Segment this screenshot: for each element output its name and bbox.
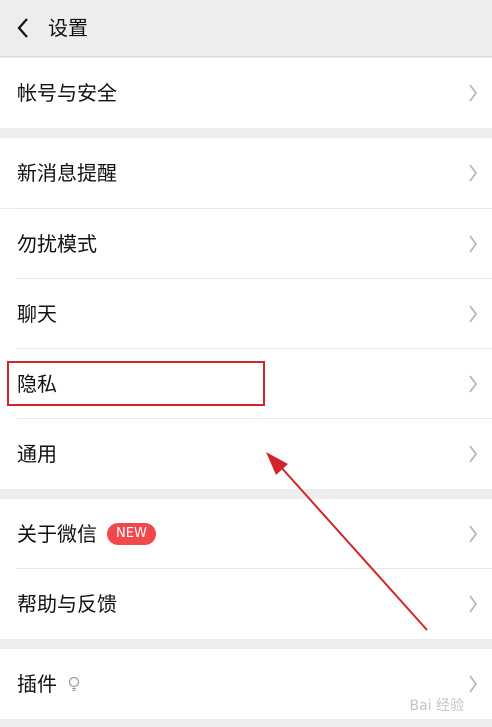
item-label: 新消息提醒 [17,161,117,185]
item-label-wrap: 插件 [17,649,81,719]
chevron-right-icon [469,525,477,543]
watermark: Bai 经验 [409,698,464,714]
item-label: 关于微信 [17,522,97,546]
settings-item-privacy[interactable]: 隐私 [0,349,492,419]
settings-item-do-not-disturb[interactable]: 勿扰模式 [0,209,492,279]
item-label: 帮助与反馈 [17,592,117,616]
nav-header: 设置 [0,0,492,57]
new-badge: NEW [107,523,156,545]
chevron-left-icon [17,18,28,38]
settings-item-about-wechat[interactable]: 关于微信 NEW [0,499,492,569]
settings-item-help-feedback[interactable]: 帮助与反馈 [0,569,492,639]
page-title: 设置 [48,16,88,40]
chevron-right-icon [469,595,477,613]
item-label: 帐号与安全 [17,81,117,105]
item-label: 插件 [17,672,57,696]
bulb-icon [68,676,80,692]
chevron-right-icon [469,445,477,463]
chevron-right-icon [469,375,477,393]
item-label: 通用 [17,442,57,466]
settings-item-chat[interactable]: 聊天 [0,279,492,349]
chevron-right-icon [469,235,477,253]
chevron-right-icon [469,84,477,102]
chevron-right-icon [469,305,477,323]
settings-item-account-security[interactable]: 帐号与安全 [0,58,492,128]
item-label-wrap: 关于微信 NEW [17,499,156,569]
chevron-right-icon [469,164,477,182]
item-label: 聊天 [17,302,57,326]
chevron-right-icon [469,675,477,693]
settings-item-new-message-alerts[interactable]: 新消息提醒 [0,138,492,208]
settings-item-general[interactable]: 通用 [0,419,492,489]
back-button[interactable] [6,10,40,46]
item-label: 隐私 [17,372,57,396]
item-label: 勿扰模式 [17,232,97,256]
